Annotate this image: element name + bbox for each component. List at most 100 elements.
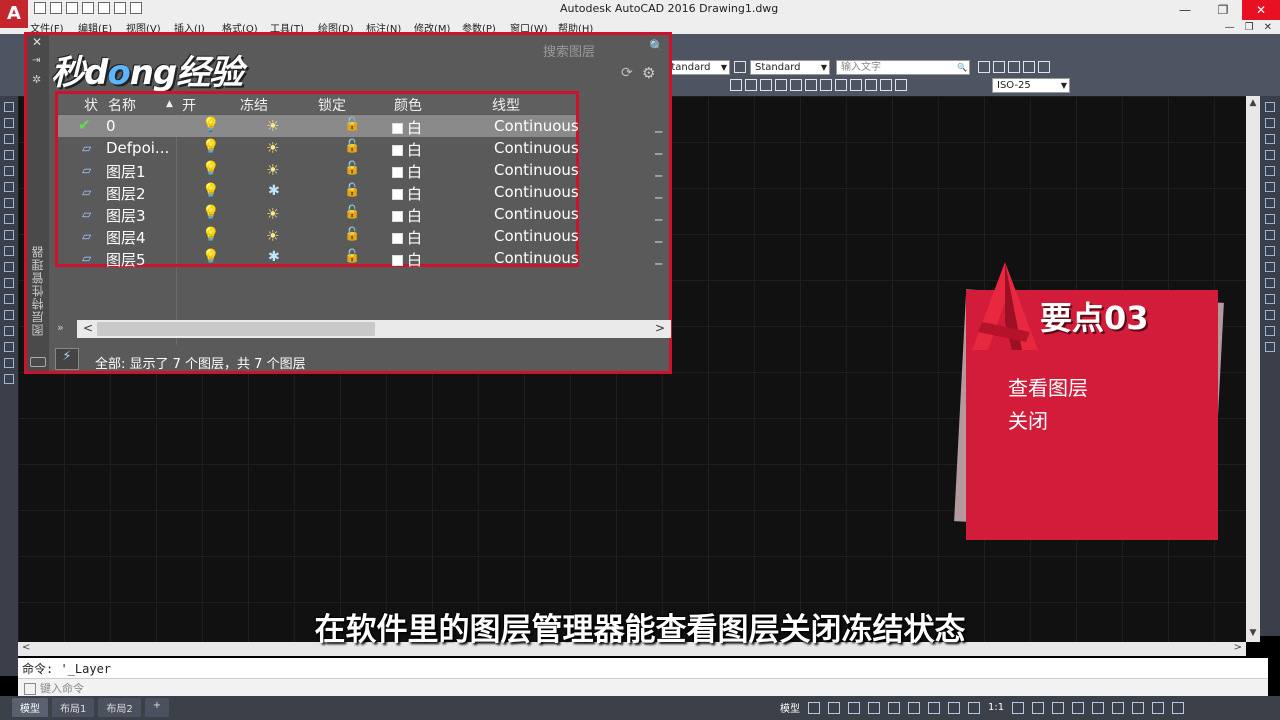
search-icon[interactable]: 🔍 bbox=[649, 39, 664, 53]
lock-ui-icon[interactable] bbox=[1092, 701, 1105, 714]
layer-color[interactable]: 白 bbox=[392, 249, 422, 270]
doc-close-button[interactable]: ✕ bbox=[1264, 22, 1272, 33]
layer-unlocked-icon[interactable]: 🔓 bbox=[344, 117, 360, 132]
units-icon[interactable] bbox=[1052, 701, 1065, 714]
scroll-left-icon[interactable]: < bbox=[83, 321, 93, 335]
layer-unlocked-icon[interactable]: 🔓 bbox=[344, 227, 360, 242]
palette-autohide-icon[interactable]: ⇥ bbox=[32, 55, 40, 66]
refresh-icon[interactable]: ⟳ bbox=[621, 65, 633, 81]
layer-on-bulb-icon[interactable]: 💡 bbox=[202, 161, 219, 177]
ellipse-icon[interactable] bbox=[760, 79, 772, 91]
maximize-button[interactable]: ❐ bbox=[1204, 0, 1242, 20]
annotation-monitor-icon[interactable] bbox=[1032, 701, 1045, 714]
text-search-input[interactable]: 输入文字 🔍 bbox=[836, 60, 970, 75]
grid-icon[interactable] bbox=[808, 701, 820, 714]
region-icon[interactable] bbox=[805, 79, 817, 91]
model-space-label[interactable]: 模型 bbox=[780, 700, 800, 715]
fillet-icon[interactable] bbox=[1265, 326, 1275, 336]
table-draw-icon[interactable] bbox=[4, 358, 14, 368]
scale-icon[interactable] bbox=[1265, 214, 1275, 224]
move-icon[interactable] bbox=[1265, 182, 1275, 192]
command-prompt-icon[interactable] bbox=[24, 683, 36, 695]
block-icon[interactable] bbox=[850, 79, 862, 91]
doc-restore-button[interactable]: ❐ bbox=[1245, 22, 1254, 33]
layer-thawed-sun-icon[interactable]: ☀ bbox=[266, 227, 279, 245]
point-icon[interactable] bbox=[835, 79, 847, 91]
table-style-select[interactable]: Standard ▼ bbox=[750, 60, 830, 75]
arc-draw-icon[interactable] bbox=[4, 182, 14, 192]
col-status[interactable]: 状 bbox=[84, 95, 98, 115]
stretch-icon[interactable] bbox=[1265, 230, 1275, 240]
isolate-objects-icon[interactable] bbox=[1112, 701, 1125, 714]
scrollbar-thumb[interactable] bbox=[97, 322, 375, 336]
mirror-icon[interactable] bbox=[1265, 134, 1275, 144]
array-icon[interactable] bbox=[1265, 166, 1275, 176]
polyline-icon[interactable] bbox=[4, 134, 14, 144]
annotation-visibility-icon[interactable] bbox=[948, 701, 960, 714]
make-block-icon[interactable] bbox=[4, 278, 14, 288]
scroll-right-icon[interactable]: > bbox=[655, 321, 665, 335]
settings-gear-icon[interactable]: ⚙ bbox=[642, 64, 655, 82]
layer-linetype[interactable]: Continuous bbox=[494, 227, 579, 245]
point-draw-icon[interactable] bbox=[4, 294, 14, 304]
arc-icon[interactable] bbox=[730, 79, 742, 91]
layer-row[interactable]: ▱ 图层4 💡 ☀ 🔓 白 Continuous bbox=[58, 225, 579, 247]
hatch-draw-icon[interactable] bbox=[4, 310, 14, 320]
multiline-text-icon[interactable] bbox=[993, 61, 1005, 73]
layer-linetype[interactable]: Continuous bbox=[494, 183, 579, 201]
col-freeze[interactable]: 冻结 bbox=[240, 95, 268, 115]
dimension-style-select[interactable]: ISO-25 ▼ bbox=[992, 78, 1070, 93]
layer-unlocked-icon[interactable]: 🔓 bbox=[344, 139, 360, 154]
rectangle-icon[interactable] bbox=[4, 166, 14, 176]
layer-color[interactable]: 白 bbox=[392, 139, 422, 160]
palette-close-icon[interactable]: ✕ bbox=[32, 35, 42, 49]
customization-icon[interactable] bbox=[1172, 701, 1185, 714]
tab-layout1[interactable]: 布局1 bbox=[52, 698, 95, 717]
layer-linetype[interactable]: Continuous bbox=[494, 139, 579, 157]
canvas-vertical-scrollbar[interactable]: ▲ ▼ bbox=[1246, 96, 1260, 642]
layer-row[interactable]: ▱ 图层3 💡 ☀ 🔓 白 Continuous bbox=[58, 203, 579, 226]
layer-on-bulb-icon[interactable]: 💡 bbox=[202, 205, 219, 221]
print-icon[interactable] bbox=[98, 2, 110, 14]
collapse-filter-icon[interactable]: » bbox=[57, 321, 64, 334]
close-button[interactable]: ✕ bbox=[1242, 0, 1280, 20]
trim-icon[interactable] bbox=[1265, 246, 1275, 256]
gradient-draw-icon[interactable] bbox=[4, 326, 14, 336]
doc-minimize-button[interactable]: — bbox=[1225, 22, 1235, 33]
layer-row[interactable]: ▱ Defpoi... 💡 ☀ 🔓 白 Continuous bbox=[58, 137, 579, 160]
undo-icon[interactable] bbox=[114, 2, 126, 14]
layer-row[interactable]: ✔ 0 💡 ☀ 🔓 白 Continuous bbox=[58, 115, 579, 137]
table-style-icon[interactable] bbox=[734, 61, 746, 73]
layer-color[interactable]: 白 bbox=[392, 183, 422, 204]
layer-row[interactable]: ▱ 图层1 💡 ☀ 🔓 白 Continuous bbox=[58, 159, 579, 182]
construction-line-icon[interactable] bbox=[4, 118, 14, 128]
workspace-gear-icon[interactable] bbox=[1012, 701, 1025, 714]
layer-on-bulb-icon[interactable]: 💡 bbox=[202, 183, 219, 199]
layer-color[interactable]: 白 bbox=[392, 205, 422, 226]
command-input[interactable]: 键入命令 bbox=[18, 678, 1268, 696]
layer-linetype[interactable]: Continuous bbox=[494, 161, 579, 179]
layer-frozen-snowflake-icon[interactable]: ✱ bbox=[268, 249, 280, 265]
break-icon[interactable] bbox=[1265, 278, 1275, 288]
join-icon[interactable] bbox=[1265, 294, 1275, 304]
mtext-icon[interactable] bbox=[4, 374, 14, 384]
ortho-icon[interactable] bbox=[848, 701, 860, 714]
leader-icon[interactable] bbox=[895, 79, 907, 91]
circle-draw-icon[interactable] bbox=[4, 198, 14, 208]
layer-row[interactable]: ▱ 图层2 💡 ✱ 🔓 白 Continuous bbox=[58, 181, 579, 204]
extend-icon[interactable] bbox=[1265, 262, 1275, 272]
object-snap-tracking-icon[interactable] bbox=[908, 701, 920, 714]
layer-unlocked-icon[interactable]: 🔓 bbox=[344, 205, 360, 220]
layer-row[interactable]: ▱ 图层5 💡 ✱ 🔓 白 Continuous bbox=[58, 247, 579, 270]
open-file-icon[interactable] bbox=[50, 2, 62, 14]
layer-on-bulb-icon[interactable]: 💡 bbox=[202, 227, 219, 243]
polar-icon[interactable] bbox=[868, 701, 880, 714]
layer-search-input[interactable]: 搜索图层 bbox=[543, 41, 595, 60]
minimize-button[interactable]: — bbox=[1166, 0, 1204, 20]
tab-layout2[interactable]: 布局2 bbox=[98, 698, 141, 717]
layer-color[interactable]: 白 bbox=[392, 161, 422, 182]
layer-list-horizontal-scrollbar[interactable]: < > bbox=[77, 320, 671, 338]
spline-icon[interactable] bbox=[4, 230, 14, 240]
layer-filter-icon[interactable]: ⚡ bbox=[55, 348, 79, 370]
col-lock[interactable]: 锁定 bbox=[318, 95, 346, 115]
